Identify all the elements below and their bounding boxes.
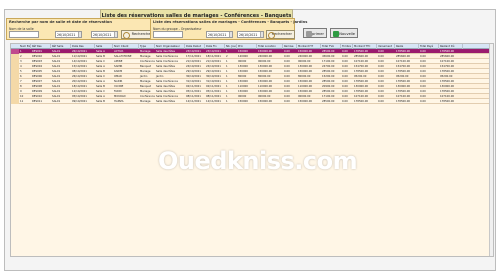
table-cell: 150000.00 <box>298 100 313 103</box>
date-dropdown-icon[interactable] <box>78 32 81 37</box>
search-button-right[interactable]: Rechercher <box>266 30 295 39</box>
date-from-field-right[interactable]: 26/10/2021 <box>206 31 233 38</box>
date-dropdown-icon[interactable] <box>229 32 232 37</box>
panel-left-title: Recherche par nom de salle et date de ré… <box>9 20 112 24</box>
table-row[interactable]: 11 RES011 SAL01 09/10/2021 Salle B HAMZA Maria… <box>11 99 493 104</box>
panel-right-title: Liste des réservations salles de mariage… <box>153 20 308 24</box>
table-cell: RES011 <box>32 100 43 103</box>
table-cell: 0.00 <box>378 100 384 103</box>
date-to-field[interactable]: 26/10/2021 <box>91 31 118 38</box>
table-cell: 09/10/2021 <box>72 100 87 103</box>
table-cell: Salle des fêtes <box>156 100 175 103</box>
search-icon <box>268 32 275 39</box>
table-cell: 12/11/2021 <box>206 100 221 103</box>
search-icon <box>123 32 130 39</box>
row-selector[interactable] <box>11 99 19 104</box>
printer-icon <box>306 31 312 37</box>
table-cell: 28500.00 <box>322 100 335 103</box>
table-cell: 178500.00 <box>354 100 369 103</box>
table-cell: 0.00 <box>284 100 290 103</box>
table-cell: 1 <box>226 100 228 103</box>
add-icon <box>333 31 339 37</box>
organizer-name-field[interactable] <box>153 31 183 38</box>
date-to-field-right[interactable]: 26/10/2021 <box>237 31 264 38</box>
application-window: Liste des réservations salles de mariage… <box>0 0 500 280</box>
search-by-date-panel: Recherche par nom de salle et date de ré… <box>6 18 156 40</box>
new-button[interactable]: Nouvelle <box>330 28 358 38</box>
watermark-logo: Ouedkniss.com <box>158 147 358 175</box>
table-cell: 12/11/2021 <box>186 100 201 103</box>
table-cell: 178500.00 <box>396 100 411 103</box>
vertical-scrollbar[interactable] <box>489 44 493 256</box>
table-cell: 11 <box>20 100 24 103</box>
table-cell: SAL01 <box>52 100 61 103</box>
print-button[interactable]: Imprimer <box>303 28 327 38</box>
table-cell: 0.00 <box>342 100 348 103</box>
table-cell: Mariage <box>140 100 151 103</box>
date-dropdown-icon[interactable] <box>260 32 263 37</box>
table-cell: Salle B <box>96 100 105 103</box>
table-cell: 178500.00 <box>440 100 455 103</box>
table-cell: 150000.00 <box>258 100 273 103</box>
date-from-field[interactable]: 26/10/2021 <box>55 31 82 38</box>
search-by-organizer-panel: Liste des réservations salles de mariage… <box>150 18 307 40</box>
date-dropdown-icon[interactable] <box>114 32 117 37</box>
table-cell: 150000 <box>238 100 248 103</box>
salle-name-field[interactable] <box>9 31 39 38</box>
table-cell: 0.00 <box>420 100 426 103</box>
table-cell: HAMZA <box>114 100 124 103</box>
